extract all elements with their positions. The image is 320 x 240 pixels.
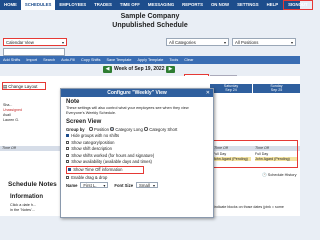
option-row[interactable]: Hide groups with no shifts xyxy=(66,133,208,138)
next-week-button[interactable]: ▶ xyxy=(166,66,175,73)
group-category-short-radio[interactable] xyxy=(144,127,148,131)
information-heading: Information xyxy=(10,194,43,200)
info-line: in the 'Notes'... xyxy=(10,208,35,212)
schedule-history-link[interactable]: 🕒 Schedule History xyxy=(262,172,297,177)
avail-label: Avail xyxy=(3,113,11,117)
category-select[interactable]: All Categories ▾ xyxy=(166,38,229,46)
checkbox[interactable] xyxy=(66,176,70,180)
time-off-row-label: Time Off xyxy=(0,146,60,151)
option-row[interactable]: Show shift description xyxy=(66,146,208,151)
font-size-label: Font Size xyxy=(114,182,134,188)
auto-fill-button[interactable]: Auto-Fill xyxy=(58,58,78,62)
unassigned-label: Unassigned xyxy=(3,108,22,112)
dialog-title: Configure "Weekly" View xyxy=(61,89,213,97)
previous-week-button[interactable]: ◀ xyxy=(103,66,112,73)
add-shifts-button[interactable]: Add Shifts xyxy=(0,58,23,62)
change-layout-button[interactable]: ▤ Change Layout xyxy=(2,82,46,90)
chevron-down-icon: ▾ xyxy=(223,40,226,45)
configure-view-dialog: Configure "Weekly" View ✕ Note These set… xyxy=(60,88,214,218)
nav-help[interactable]: HELP xyxy=(263,0,282,10)
close-icon[interactable]: ✕ xyxy=(206,90,210,96)
category-select-value: All Categories xyxy=(169,40,196,45)
group-by-label: Group by xyxy=(66,126,85,132)
checkbox[interactable] xyxy=(66,140,70,144)
checkbox[interactable] xyxy=(66,153,70,157)
view-select[interactable]: Calendar View ▾ xyxy=(3,38,67,46)
option-row[interactable]: Show availability (available days and ti… xyxy=(66,159,208,164)
tools-button[interactable]: Tools xyxy=(166,58,181,62)
option-row[interactable]: Show shifts worked (for hours and signat… xyxy=(66,153,208,158)
chevron-down-icon: ▾ xyxy=(153,183,156,189)
screen-view-heading: Screen View xyxy=(66,118,102,125)
font-size-select[interactable]: Small ▾ xyxy=(136,182,159,189)
checkbox[interactable] xyxy=(66,147,70,151)
position-select[interactable]: All Positions ▾ xyxy=(232,38,296,46)
nav-time-off[interactable]: TIME OFF xyxy=(116,0,144,10)
nav-trades[interactable]: TRADES xyxy=(90,0,116,10)
day-header-sunday: Sunday Sep 25 xyxy=(253,84,300,93)
nav-home[interactable]: HOME xyxy=(0,0,21,10)
time-off-entry[interactable]: Full Day John Agard (Pending) xyxy=(213,152,251,161)
nav-reports[interactable]: REPORTS xyxy=(178,0,207,10)
checkbox[interactable] xyxy=(68,168,72,172)
name-font-row: Name First L. ▾ Font Size Small ▾ xyxy=(66,182,208,189)
search-button[interactable]: Search xyxy=(40,58,58,62)
time-off-name: John Agard (Pending) xyxy=(213,156,251,161)
nav-employees[interactable]: EMPLOYEES xyxy=(55,0,90,10)
name-label: Name xyxy=(66,182,78,188)
day-date: Sep 25 xyxy=(270,88,283,92)
nav-schedules[interactable]: SCHEDULES xyxy=(20,0,56,10)
day-date: Sep 24 xyxy=(225,88,237,92)
time-off-entry[interactable]: Full Day John Agard (Pending) xyxy=(255,152,297,161)
company-title: Sample Company xyxy=(120,13,180,20)
clear-button[interactable]: Clear xyxy=(181,58,196,62)
note-text: These settings will also control what yo… xyxy=(66,106,189,115)
top-nav: HOME SCHEDULES EMPLOYEES TRADES TIME OFF… xyxy=(0,0,313,10)
employee-search-input[interactable] xyxy=(3,48,65,56)
view-select-value: Calendar View xyxy=(6,40,34,45)
option-row[interactable]: Enable drag & drop xyxy=(66,175,208,180)
checkbox[interactable] xyxy=(66,134,70,138)
name-format-select[interactable]: First L. ▾ xyxy=(80,182,109,189)
schedule-title: Unpublished Schedule xyxy=(112,22,188,29)
document-icon: ▤ xyxy=(3,84,8,89)
nav-messaging[interactable]: MESSAGING xyxy=(144,0,178,10)
week-label: Week of Sep 19, 2022 xyxy=(114,66,165,72)
group-by-row: Group by Position Category Long Category… xyxy=(66,126,178,132)
nav-on-now[interactable]: ON NOW xyxy=(207,0,233,10)
chevron-down-icon: ▾ xyxy=(103,183,106,189)
time-off-name: John Agard (Pending) xyxy=(255,156,297,161)
position-select-value: All Positions xyxy=(235,40,259,45)
shift-label: Sha... xyxy=(3,103,13,107)
schedule-toolbar: Add Shifts Import Search Auto-Fill Copy … xyxy=(0,56,300,64)
info-line: Click a date h... xyxy=(10,203,37,207)
checkbox[interactable] xyxy=(66,160,70,164)
day-header-saturday: Saturday Sep 24 xyxy=(210,84,252,93)
group-category-long-radio[interactable] xyxy=(110,127,114,131)
schedule-notes-heading: Schedule Notes xyxy=(8,181,57,188)
nav-signout[interactable]: SIGNOUT xyxy=(283,0,313,10)
option-row[interactable]: Show category/position xyxy=(66,140,208,145)
note-heading: Note xyxy=(66,99,80,105)
apply-template-button[interactable]: Apply Template xyxy=(135,58,167,62)
employee-label: Lauren G. xyxy=(3,118,19,122)
import-button[interactable]: Import xyxy=(23,58,40,62)
show-time-off-option[interactable]: Show Time Off information xyxy=(66,165,144,174)
chevron-down-icon: ▾ xyxy=(61,40,64,45)
nav-settings[interactable]: SETTINGS xyxy=(233,0,263,10)
save-template-button[interactable]: Save Template xyxy=(103,58,134,62)
chevron-down-icon: ▾ xyxy=(290,40,293,45)
calendar-note: indicate blocks on those dates (pink = s… xyxy=(214,205,284,209)
copy-shifts-button[interactable]: Copy Shifts xyxy=(78,58,103,62)
group-position-radio[interactable] xyxy=(89,127,93,131)
history-icon: 🕒 xyxy=(262,173,267,177)
